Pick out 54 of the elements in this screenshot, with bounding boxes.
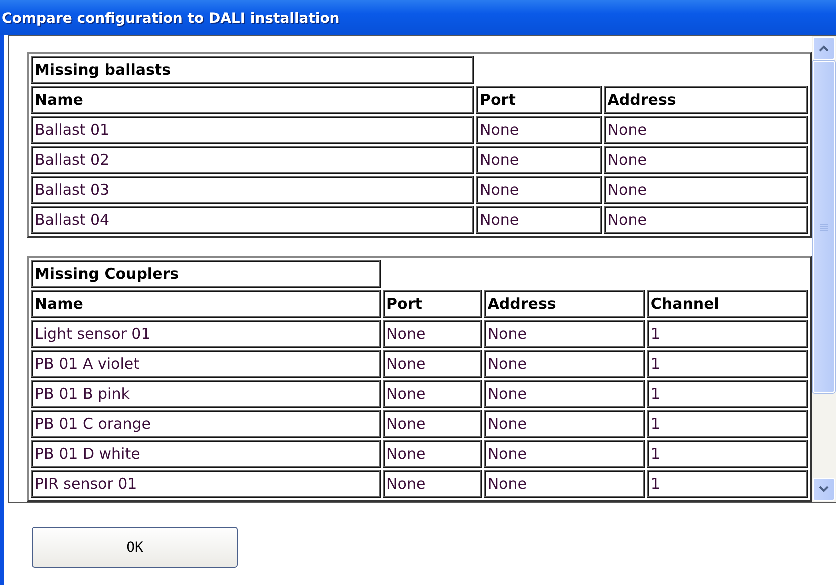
scrollbar[interactable]: [812, 36, 836, 502]
table-cell: PB 01 B pink: [31, 380, 381, 408]
table-cell: 1: [646, 410, 808, 438]
column-header: Port: [382, 290, 482, 318]
grip-icon: [820, 224, 828, 230]
table-cell: 1: [646, 470, 808, 498]
table-cell: Light sensor 01: [31, 320, 381, 348]
scroll-thumb[interactable]: [813, 61, 835, 393]
table-cell: 1: [646, 350, 808, 378]
table-cell: 1: [646, 380, 808, 408]
table-cell: None: [476, 206, 602, 234]
table-cell: None: [476, 176, 602, 204]
table-cell: None: [476, 116, 602, 144]
column-header: Name: [31, 290, 381, 318]
caret-down-icon: [819, 486, 829, 493]
column-header: Name: [31, 86, 474, 114]
table-cell: None: [604, 176, 808, 204]
table-cell: Ballast 04: [31, 206, 474, 234]
column-header: Address: [604, 86, 808, 114]
table-cell: Ballast 02: [31, 146, 474, 174]
caret-up-icon: [819, 45, 829, 52]
table-cell: None: [604, 146, 808, 174]
table-cell: None: [484, 410, 645, 438]
table-cell: PIR sensor 01: [31, 470, 381, 498]
ok-button[interactable]: OK: [32, 527, 238, 568]
table-cell: None: [484, 440, 645, 468]
column-header: Channel: [646, 290, 808, 318]
table-cell: None: [604, 206, 808, 234]
table-cell: None: [476, 146, 602, 174]
table-cell: Ballast 03: [31, 176, 474, 204]
table-cell: None: [382, 440, 482, 468]
table-cell: None: [604, 116, 808, 144]
table-cell: None: [484, 470, 645, 498]
table-cell: None: [382, 320, 482, 348]
table-cell: 1: [646, 440, 808, 468]
table-cell: None: [382, 470, 482, 498]
table-cell: None: [382, 350, 482, 378]
table-cell: PB 01 A violet: [31, 350, 381, 378]
table-cell: None: [382, 410, 482, 438]
table-cell: 1: [646, 320, 808, 348]
column-header: Address: [484, 290, 645, 318]
column-header: Port: [476, 86, 602, 114]
table-cell: PB 01 D white: [31, 440, 381, 468]
table-title: Missing ballasts: [31, 56, 474, 84]
window-title: Compare configuration to DALI installation: [2, 10, 340, 26]
table-cell: None: [484, 350, 645, 378]
table-cell: None: [382, 380, 482, 408]
table-cell: None: [484, 380, 645, 408]
table-title: Missing Couplers: [31, 260, 381, 288]
table-cell: PB 01 C orange: [31, 410, 381, 438]
table-cell: Ballast 01: [31, 116, 474, 144]
scroll-up-button[interactable]: [813, 37, 835, 60]
table-cell: None: [484, 320, 645, 348]
scroll-down-button[interactable]: [813, 478, 835, 501]
